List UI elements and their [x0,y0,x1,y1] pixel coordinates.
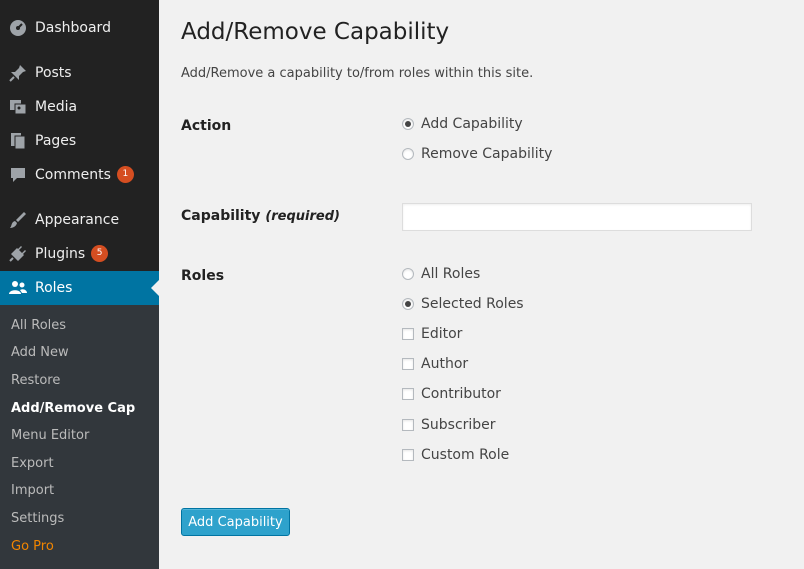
remove-capability-radio-label: Remove Capability [421,146,553,162]
add-capability-button[interactable]: Add Capability [181,508,290,536]
action-label: Action [181,118,232,134]
author-checkbox-label: Author [421,356,469,372]
editor-checkbox[interactable] [402,328,414,340]
all-roles-radio-option[interactable]: All Roles [402,266,480,282]
admin-sidebar: Dashboard Posts Media Pages Comments 1 Ap… [0,0,159,569]
submenu-item-restore[interactable]: Restore [11,372,60,390]
sidebar-item-pages[interactable]: Pages [0,124,159,158]
author-checkbox[interactable] [402,358,414,370]
page-description: Add/Remove a capability to/from roles wi… [181,66,534,81]
add-capability-radio[interactable] [402,118,414,130]
submenu-item-import[interactable]: Import [11,482,54,500]
custom-role-checkbox[interactable] [402,449,414,461]
sidebar-item-label: Pages [35,133,77,149]
add-capability-radio-option[interactable]: Add Capability [402,116,523,132]
selected-roles-radio-label: Selected Roles [421,296,524,312]
required-note: (required) [265,209,340,224]
sidebar-item-roles[interactable]: Roles [0,271,159,305]
users-icon [8,279,28,297]
sidebar-item-label-wrap: Plugins 5 [35,244,109,263]
submenu-item-add-remove-cap[interactable]: Add/Remove Cap [11,400,135,418]
custom-role-checkbox-label: Custom Role [421,447,510,463]
pages-icon [8,132,28,150]
sidebar-item-media[interactable]: Media [0,90,159,124]
pin-icon [8,64,28,82]
sidebar-item-posts[interactable]: Posts [0,56,159,90]
sidebar-item-label: Dashboard [35,20,111,36]
submenu-item-add-new[interactable]: Add New [11,344,69,362]
contributor-checkbox[interactable] [402,388,414,400]
sidebar-item-appearance[interactable]: Appearance [0,203,159,237]
submenu-item-export[interactable]: Export [11,455,54,473]
main-content: Add/Remove Capability Add/Remove a capab… [159,0,804,569]
submenu-item-menu-editor[interactable]: Menu Editor [11,427,89,445]
remove-capability-radio[interactable] [402,148,414,160]
submenu-item-go-pro[interactable]: Go Pro [11,538,54,556]
selected-roles-radio-option[interactable]: Selected Roles [402,296,524,312]
plug-icon [8,245,28,263]
brush-icon [8,211,28,229]
media-icon [8,98,28,116]
comments-count-badge: 1 [116,165,134,183]
remove-capability-radio-option[interactable]: Remove Capability [402,146,552,162]
subscriber-checkbox-option[interactable]: Subscriber [402,417,496,433]
capability-label-text: Capability [181,208,261,224]
sidebar-item-label: Plugins [35,246,86,262]
contributor-checkbox-label: Contributor [421,386,501,402]
roles-submenu: All Roles Add New Restore Add/Remove Cap… [0,305,159,569]
custom-role-checkbox-option[interactable]: Custom Role [402,447,509,463]
submenu-item-all-roles[interactable]: All Roles [11,317,66,335]
sidebar-item-comments[interactable]: Comments 1 [0,158,159,192]
dashboard-icon [8,19,28,37]
all-roles-radio-label: All Roles [421,266,481,282]
subscriber-checkbox-label: Subscriber [421,417,496,433]
sidebar-item-label: Roles [35,280,73,296]
page-title: Add/Remove Capability [181,19,450,45]
selected-roles-radio[interactable] [402,298,414,310]
sidebar-item-label: Comments [35,167,111,183]
capability-label: Capability (required) [181,208,340,224]
sidebar-item-label: Media [35,99,78,115]
capability-input[interactable] [402,203,752,231]
contributor-checkbox-option[interactable]: Contributor [402,386,501,402]
roles-label: Roles [181,268,225,284]
all-roles-radio[interactable] [402,268,414,280]
editor-checkbox-option[interactable]: Editor [402,326,462,342]
subscriber-checkbox[interactable] [402,419,414,431]
sidebar-item-label: Posts [35,65,72,81]
editor-checkbox-label: Editor [421,326,463,342]
sidebar-item-label-wrap: Comments 1 [35,165,134,184]
author-checkbox-option[interactable]: Author [402,356,468,372]
comment-icon [8,166,28,184]
sidebar-item-plugins[interactable]: Plugins 5 [0,237,159,271]
sidebar-item-label: Appearance [35,212,120,228]
plugins-count-badge: 5 [91,244,109,262]
add-capability-radio-label: Add Capability [421,116,523,132]
submenu-item-settings[interactable]: Settings [11,510,64,528]
sidebar-item-dashboard[interactable]: Dashboard [0,11,159,45]
